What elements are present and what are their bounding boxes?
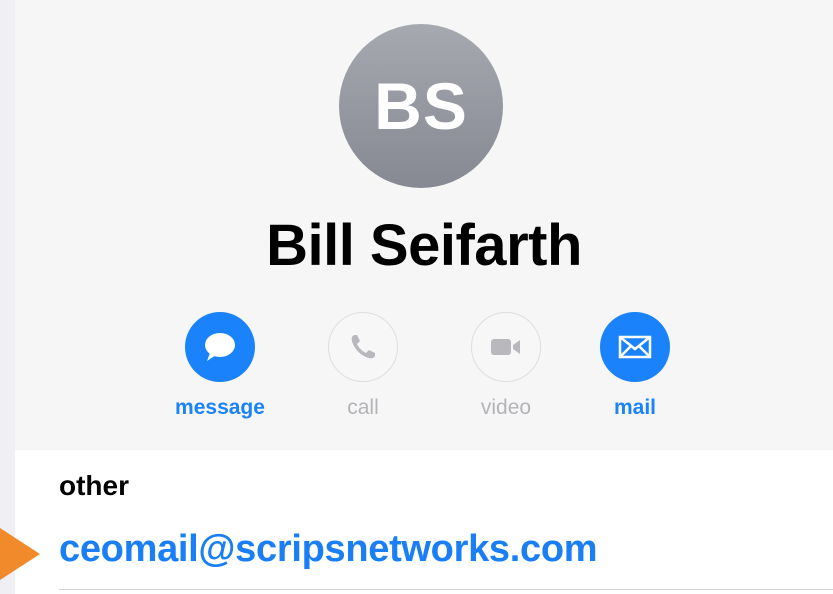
- email-link[interactable]: ceomail@scripsnetworks.com: [59, 528, 598, 571]
- call-button[interactable]: call: [308, 312, 418, 420]
- contact-header: BS Bill Seifarth message call video mail: [15, 0, 833, 450]
- video-camera-icon[interactable]: [471, 312, 541, 382]
- mail-button[interactable]: mail: [580, 312, 690, 420]
- pointer-arrow-icon: [0, 528, 40, 580]
- contact-card-screen: BS Bill Seifarth message call video mail…: [15, 0, 833, 594]
- video-button[interactable]: video: [451, 312, 561, 420]
- mail-label: mail: [613, 396, 657, 419]
- avatar: BS: [339, 24, 503, 188]
- phone-icon[interactable]: [328, 312, 398, 382]
- message-bubble-icon[interactable]: [185, 312, 255, 382]
- email-type-label: other: [59, 470, 129, 501]
- message-label: message: [175, 396, 265, 419]
- row-divider: [59, 589, 833, 590]
- message-button[interactable]: message: [165, 312, 275, 420]
- video-label: video: [480, 396, 532, 419]
- call-label: call: [347, 396, 379, 419]
- avatar-initials: BS: [374, 69, 468, 143]
- envelope-icon[interactable]: [600, 312, 670, 382]
- email-card: [15, 450, 833, 594]
- contact-name: Bill Seifarth: [266, 213, 582, 278]
